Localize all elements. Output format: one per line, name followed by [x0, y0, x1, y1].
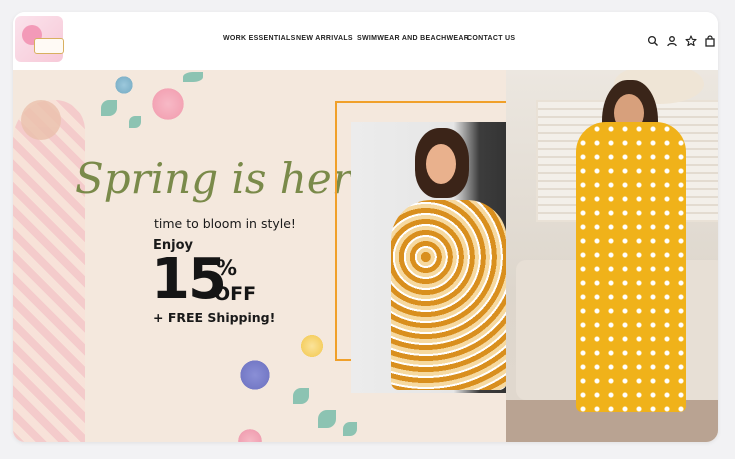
leaf-decoration	[318, 410, 336, 428]
nav-new-arrivals[interactable]: NEW ARRIVALS	[296, 35, 353, 42]
model-face-center	[426, 144, 456, 184]
yellow-flower-decoration	[298, 332, 326, 360]
pink-flower-decoration	[148, 84, 188, 124]
model-head-left	[21, 100, 61, 140]
blue-flower-decoration	[113, 74, 135, 96]
hero-headline: Spring is here	[75, 154, 377, 203]
model-photo-right[interactable]	[506, 70, 718, 442]
paisley-dress	[391, 200, 507, 390]
hero-tagline: time to bloom in style!	[154, 216, 296, 231]
pink-flower-decoration	[235, 426, 265, 442]
free-shipping-label: + FREE Shipping!	[153, 310, 276, 325]
leaf-decoration	[129, 116, 141, 128]
leaf-decoration	[101, 100, 117, 116]
search-icon[interactable]	[647, 35, 659, 47]
discount-off-label: OFF	[214, 283, 257, 305]
nav-contact-us[interactable]: CONTACT US	[467, 35, 515, 42]
browser-page: WORK ESSENTIALS NEW ARRIVALS SWIMWEAR AN…	[13, 12, 718, 442]
wishlist-star-icon[interactable]	[685, 35, 697, 47]
cart-bag-icon[interactable]	[704, 35, 716, 47]
account-icon[interactable]	[666, 35, 678, 47]
discount-percent-sign: %	[216, 256, 238, 280]
model-photo-center[interactable]	[351, 122, 522, 393]
hero-banner[interactable]: Spring is here time to bloom in style! E…	[13, 70, 718, 442]
purple-flower-decoration	[235, 358, 275, 392]
leaf-decoration	[293, 388, 309, 404]
nav-swimwear-beachwear[interactable]: SWIMWEAR AND BEACHWEAR	[357, 35, 469, 42]
model-image-left	[13, 100, 85, 442]
nav-work-essentials[interactable]: WORK ESSENTIALS	[223, 35, 296, 42]
logo-wordmark	[34, 38, 64, 54]
yellow-floral-dress	[576, 122, 686, 412]
leaf-decoration	[343, 422, 357, 436]
store-logo[interactable]	[15, 16, 64, 62]
site-header: WORK ESSENTIALS NEW ARRIVALS SWIMWEAR AN…	[13, 12, 718, 70]
leaf-decoration	[183, 72, 203, 82]
